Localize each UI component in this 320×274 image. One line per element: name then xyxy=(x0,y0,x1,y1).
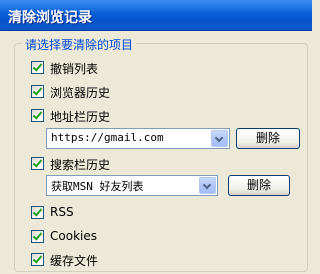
search-history-value: 获取MSN 好友列表 xyxy=(51,180,144,193)
checkbox-label: 地址栏历史 xyxy=(50,110,111,124)
checkbox-checked-icon xyxy=(31,61,44,74)
checkbox-label: RSS xyxy=(50,205,74,219)
checkbox-label: 撤销列表 xyxy=(50,62,99,76)
title-bar: 清除浏览记录 xyxy=(0,0,312,31)
address-history-value: https://gmail.com xyxy=(51,131,164,144)
chevron-down-icon[interactable] xyxy=(199,177,216,194)
checkbox-checked-icon xyxy=(31,230,44,243)
search-history-dropdown[interactable]: 获取MSN 好友列表 xyxy=(46,175,218,196)
chevron-down-icon[interactable] xyxy=(211,130,228,147)
checkbox-label: 搜索栏历史 xyxy=(50,158,111,172)
checkbox-checked-icon xyxy=(31,253,44,266)
checkbox-label: 缓存文件 xyxy=(50,254,99,268)
window-title: 清除浏览记录 xyxy=(8,10,92,26)
delete-search-button[interactable]: 删除 xyxy=(228,175,290,196)
checkbox-checked-icon xyxy=(31,157,44,170)
delete-address-button[interactable]: 删除 xyxy=(236,128,300,149)
checkbox-checked-icon xyxy=(31,109,44,122)
checkbox-checked-icon xyxy=(31,206,44,219)
checkbox-checked-icon xyxy=(31,85,44,98)
checkbox-label: 浏览器历史 xyxy=(50,86,111,100)
group-label: 请选择要清除的项目 xyxy=(22,36,137,53)
address-history-dropdown[interactable]: https://gmail.com xyxy=(46,128,230,149)
checkbox-label: Cookies xyxy=(50,229,97,243)
